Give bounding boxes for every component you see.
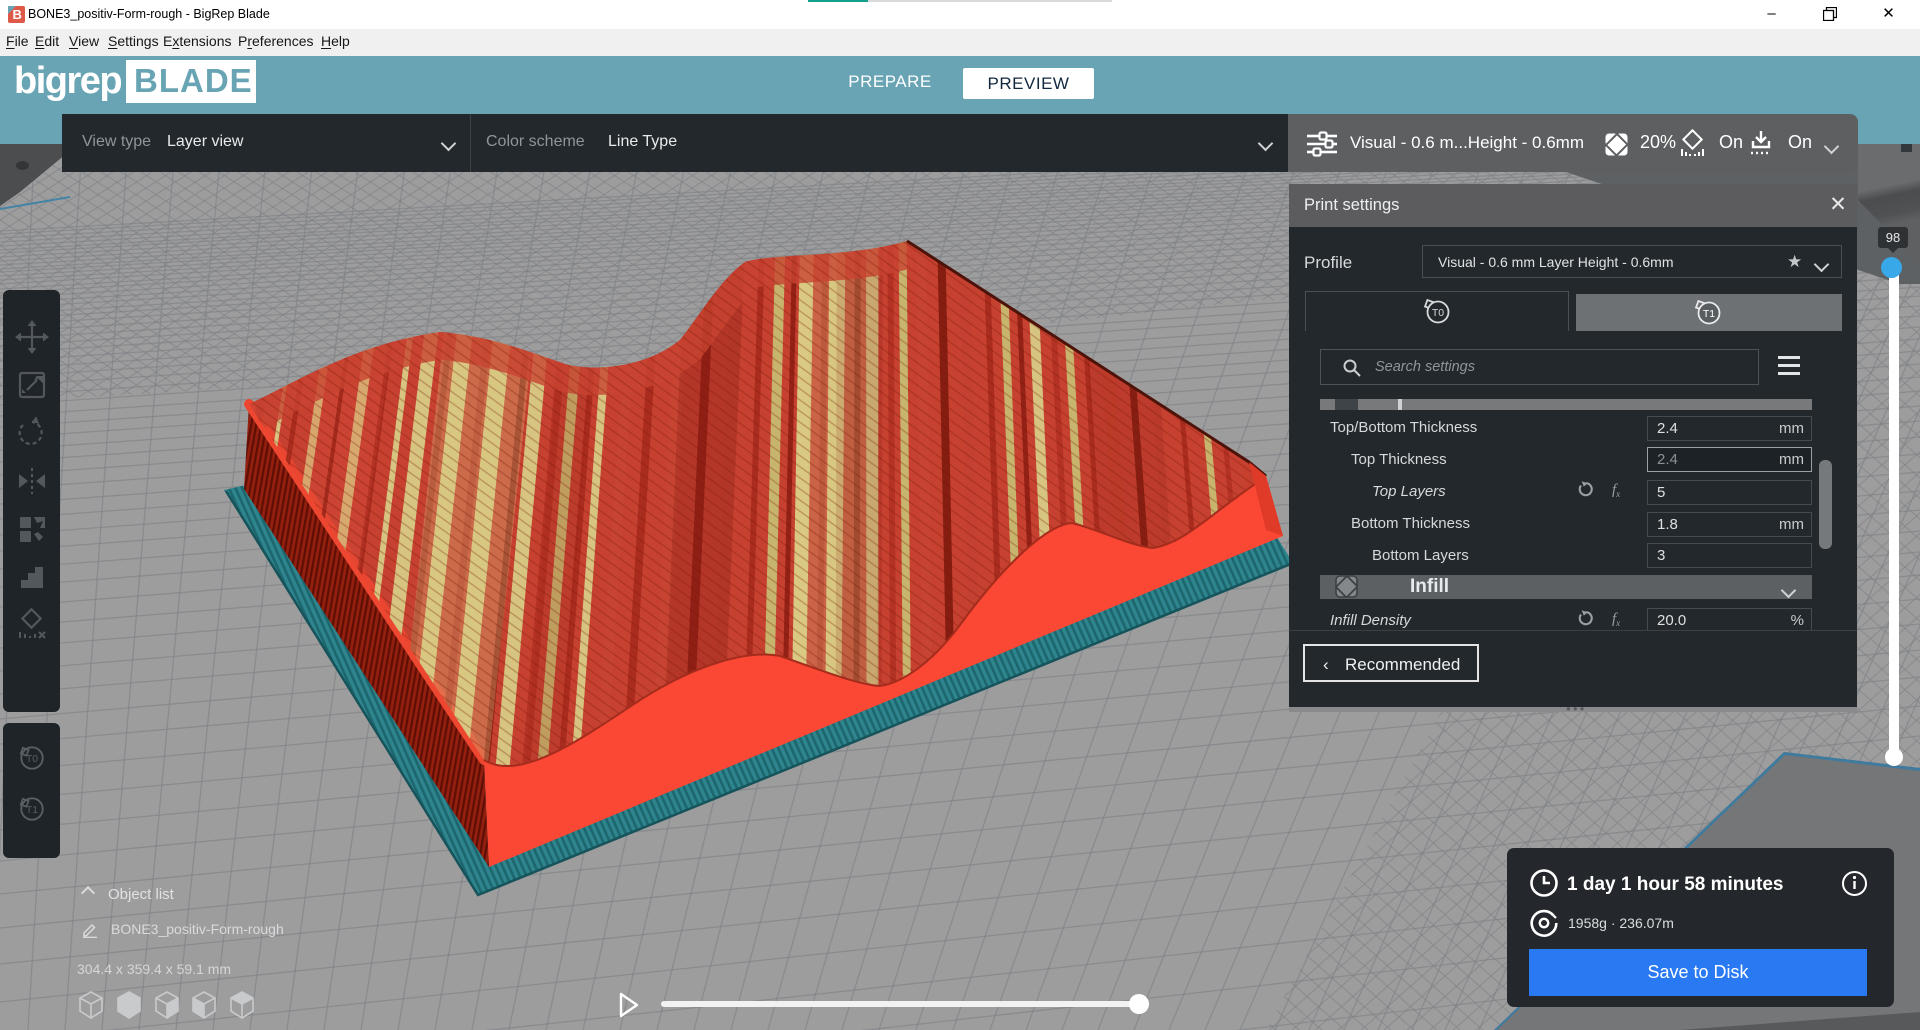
svg-text:T1: T1 [1703, 308, 1715, 320]
svg-text:T1: T1 [26, 805, 38, 816]
svg-text:T0: T0 [26, 754, 38, 765]
svg-text:T0: T0 [1432, 307, 1444, 319]
